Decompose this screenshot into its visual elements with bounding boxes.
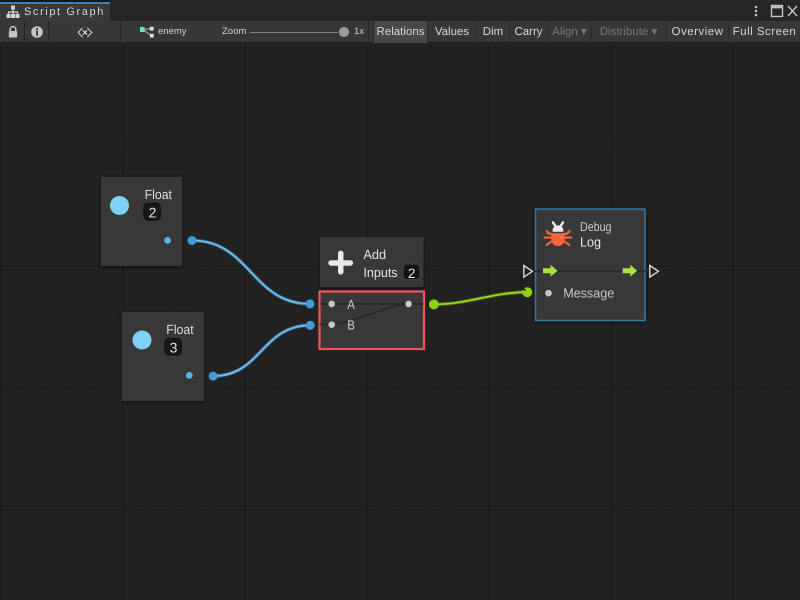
svg-text:B: B: [347, 318, 355, 333]
svg-text:Add: Add: [363, 247, 386, 262]
svg-text:2: 2: [149, 205, 157, 221]
svg-text:Inputs: Inputs: [363, 265, 398, 280]
svg-text:Log: Log: [580, 235, 601, 250]
svg-text:2: 2: [408, 266, 416, 281]
svg-text:Float: Float: [145, 187, 173, 202]
svg-text:Float: Float: [166, 322, 194, 337]
svg-text:Message: Message: [563, 286, 614, 301]
svg-text:A: A: [347, 297, 355, 312]
svg-text:3: 3: [170, 340, 178, 356]
svg-text:Debug: Debug: [580, 219, 612, 234]
